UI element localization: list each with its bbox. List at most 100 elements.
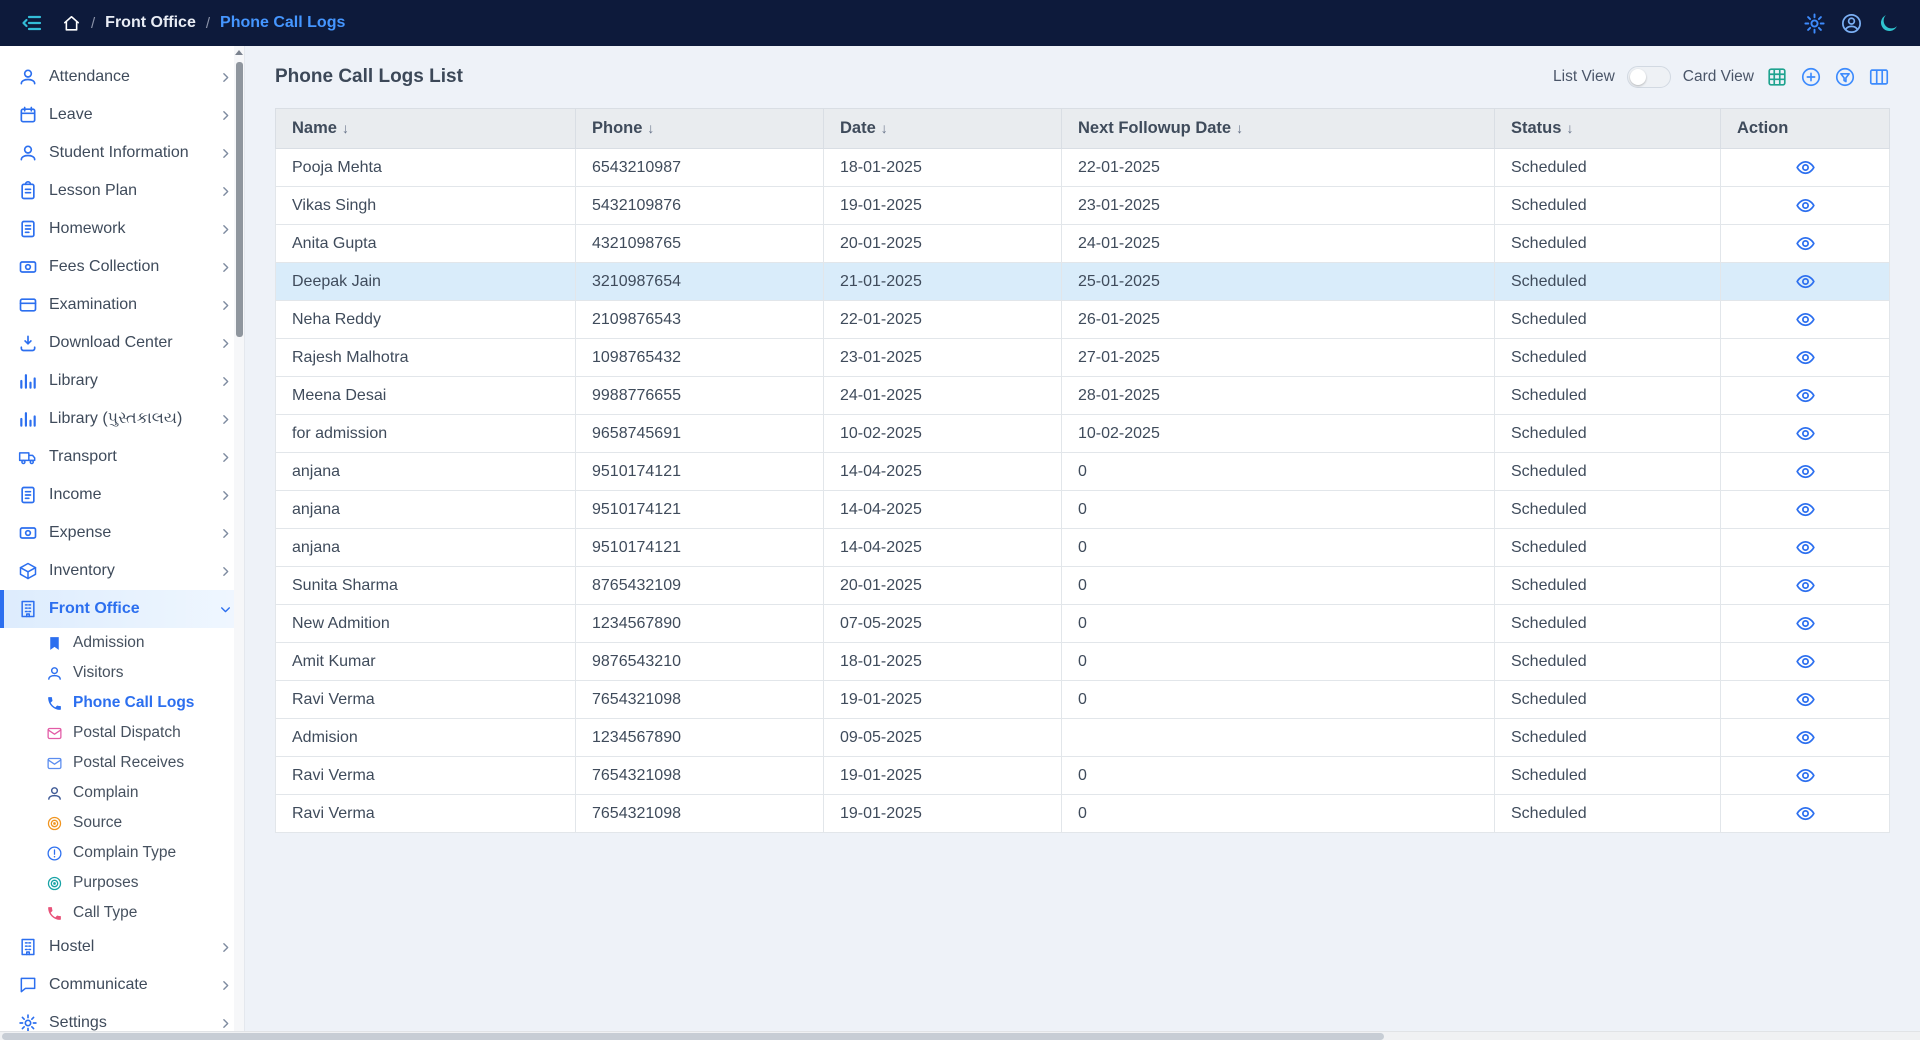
horizontal-scrollbar-thumb[interactable] [2,1033,1384,1040]
sidebar-item-homework[interactable]: Homework [0,210,244,248]
view-eye-icon[interactable] [1795,461,1816,482]
sidebar-item-attendance[interactable]: Attendance [0,58,244,96]
person-icon [18,143,38,163]
home-icon[interactable] [62,14,81,33]
cell-name: Ravi Verma [276,795,576,833]
view-eye-icon[interactable] [1795,765,1816,786]
table-row[interactable]: for admission 9658745691 10-02-2025 10-0… [276,415,1890,453]
sidebar-item-inventory[interactable]: Inventory [0,552,244,590]
sidebar-item-library[interactable]: Library (પુસ્તકાલય) [0,400,244,438]
view-eye-icon[interactable] [1795,385,1816,406]
table-row[interactable]: Ravi Verma 7654321098 19-01-2025 0 Sched… [276,795,1890,833]
user-profile-icon[interactable] [1840,12,1863,35]
sidebar-item-fees-collection[interactable]: Fees Collection [0,248,244,286]
table-row[interactable]: anjana 9510174121 14-04-2025 0 Scheduled [276,453,1890,491]
table-row[interactable]: Ravi Verma 7654321098 19-01-2025 0 Sched… [276,681,1890,719]
sidebar-subitem-postal-receives[interactable]: Postal Receives [0,748,244,778]
sidebar-subitem-source[interactable]: Source [0,808,244,838]
cell-action [1721,187,1890,225]
sidebar-scrollbar-thumb[interactable] [236,62,243,337]
sidebar-subitem-visitors[interactable]: Visitors [0,658,244,688]
cell-phone: 9658745691 [576,415,824,453]
sidebar-subitem-complain[interactable]: Complain [0,778,244,808]
sidebar-item-lesson-plan[interactable]: Lesson Plan [0,172,244,210]
sidebar-item-income[interactable]: Income [0,476,244,514]
sidebar-subitem-complain-type[interactable]: Complain Type [0,838,244,868]
table-row[interactable]: Pooja Mehta 6543210987 18-01-2025 22-01-… [276,149,1890,187]
table-row[interactable]: Anita Gupta 4321098765 20-01-2025 24-01-… [276,225,1890,263]
column-header-phone[interactable]: Phone↓ [576,109,824,149]
view-eye-icon[interactable] [1795,195,1816,216]
cell-phone: 1234567890 [576,719,824,757]
export-excel-icon[interactable] [1766,66,1788,88]
topbar-right-icons [1803,12,1900,35]
cell-action [1721,149,1890,187]
view-eye-icon[interactable] [1795,423,1816,444]
table-row[interactable]: New Admition 1234567890 07-05-2025 0 Sch… [276,605,1890,643]
view-eye-icon[interactable] [1795,347,1816,368]
sidebar-item-label: Hostel [49,938,219,956]
horizontal-scrollbar[interactable] [0,1031,1920,1040]
cell-name: anjana [276,491,576,529]
table-row[interactable]: Vikas Singh 5432109876 19-01-2025 23-01-… [276,187,1890,225]
table-row[interactable]: anjana 9510174121 14-04-2025 0 Scheduled [276,529,1890,567]
sidebar-item-front-office[interactable]: Front Office [0,590,244,628]
view-eye-icon[interactable] [1795,271,1816,292]
sidebar-subitem-phone-call-logs[interactable]: Phone Call Logs [0,688,244,718]
table-row[interactable]: Ravi Verma 7654321098 19-01-2025 0 Sched… [276,757,1890,795]
sidebar-subitem-call-type[interactable]: Call Type [0,898,244,928]
table-row[interactable]: Meena Desai 9988776655 24-01-2025 28-01-… [276,377,1890,415]
sidebar-subitem-purposes[interactable]: Purposes [0,868,244,898]
dark-mode-moon-icon[interactable] [1877,12,1900,35]
table-row[interactable]: Neha Reddy 2109876543 22-01-2025 26-01-2… [276,301,1890,339]
sidebar-item-communicate[interactable]: Communicate [0,966,244,1004]
sidebar-item-student-information[interactable]: Student Information [0,134,244,172]
column-header-name[interactable]: Name↓ [276,109,576,149]
view-eye-icon[interactable] [1795,727,1816,748]
breadcrumb-front-office[interactable]: Front Office [105,14,196,32]
column-header-next-followup-date[interactable]: Next Followup Date↓ [1062,109,1495,149]
table-row[interactable]: Amit Kumar 9876543210 18-01-2025 0 Sched… [276,643,1890,681]
menu-fold-icon[interactable] [20,11,44,35]
breadcrumb-phone-call-logs[interactable]: Phone Call Logs [220,14,345,32]
table-row[interactable]: Admision 1234567890 09-05-2025 Scheduled [276,719,1890,757]
view-eye-icon[interactable] [1795,499,1816,520]
view-eye-icon[interactable] [1795,613,1816,634]
sidebar-item-label: Student Information [49,144,219,162]
table-row[interactable]: Deepak Jain 3210987654 21-01-2025 25-01-… [276,263,1890,301]
sidebar-scrollbar[interactable] [234,46,244,1040]
sidebar-item-download-center[interactable]: Download Center [0,324,244,362]
view-eye-icon[interactable] [1795,233,1816,254]
add-icon[interactable] [1800,66,1822,88]
sidebar-item-expense[interactable]: Expense [0,514,244,552]
view-toggle[interactable] [1627,66,1671,88]
sidebar-subitem-postal-dispatch[interactable]: Postal Dispatch [0,718,244,748]
view-eye-icon[interactable] [1795,651,1816,672]
settings-gear-icon[interactable] [1803,12,1826,35]
view-eye-icon[interactable] [1795,537,1816,558]
columns-icon[interactable] [1868,66,1890,88]
money-icon [18,523,38,543]
view-eye-icon[interactable] [1795,803,1816,824]
column-header-date[interactable]: Date↓ [824,109,1062,149]
cell-next-followup-date: 27-01-2025 [1062,339,1495,377]
table-row[interactable]: anjana 9510174121 14-04-2025 0 Scheduled [276,491,1890,529]
view-eye-icon[interactable] [1795,689,1816,710]
filter-icon[interactable] [1834,66,1856,88]
table-row[interactable]: Sunita Sharma 8765432109 20-01-2025 0 Sc… [276,567,1890,605]
sidebar-item-examination[interactable]: Examination [0,286,244,324]
cell-date: 20-01-2025 [824,567,1062,605]
cell-action [1721,719,1890,757]
table-row[interactable]: Rajesh Malhotra 1098765432 23-01-2025 27… [276,339,1890,377]
view-eye-icon[interactable] [1795,309,1816,330]
column-header-status[interactable]: Status↓ [1495,109,1721,149]
sidebar-item-library[interactable]: Library [0,362,244,400]
sidebar-item-hostel[interactable]: Hostel [0,928,244,966]
view-eye-icon[interactable] [1795,157,1816,178]
sidebar-item-leave[interactable]: Leave [0,96,244,134]
cell-status: Scheduled [1495,757,1721,795]
sidebar-item-transport[interactable]: Transport [0,438,244,476]
view-eye-icon[interactable] [1795,575,1816,596]
sidebar-subitem-admission[interactable]: Admission [0,628,244,658]
cell-next-followup-date: 0 [1062,567,1495,605]
